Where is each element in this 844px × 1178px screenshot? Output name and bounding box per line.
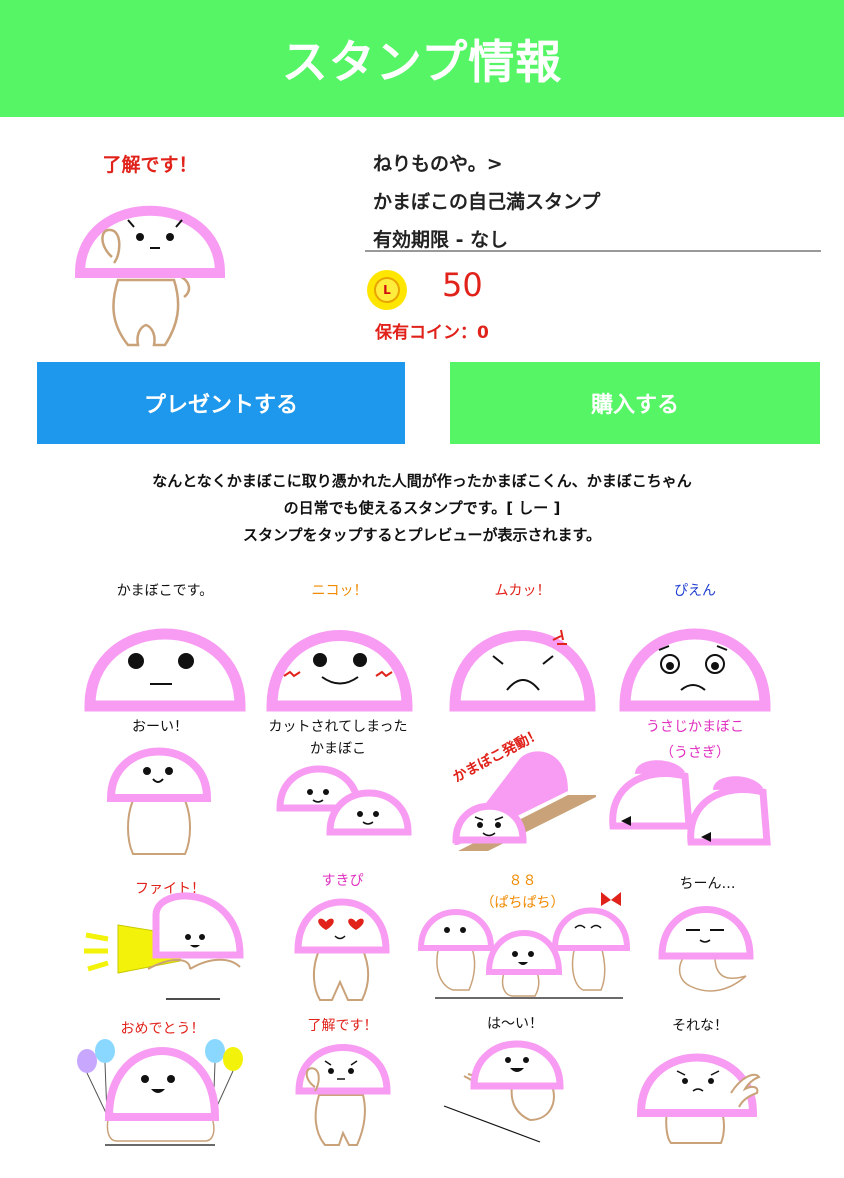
owned-coins: 保有コイン：0 bbox=[375, 323, 489, 343]
stamp-image bbox=[636, 1053, 761, 1144]
stamp-info: ねりものや。> かまぼこの自己満スタンプ 有効期限 - なし bbox=[373, 145, 823, 259]
stamp-usaji[interactable]: うさじかまぼこ （うさぎ） bbox=[605, 716, 785, 856]
stamp-image bbox=[276, 765, 412, 836]
description-line-1: なんとなくかまぼこに取り憑かれた人間が作ったかまぼこくん、かまぼこちゃん bbox=[152, 472, 692, 490]
stamp-omedetou[interactable]: おめでとう！ bbox=[75, 1015, 250, 1150]
stamp-ooi[interactable]: おーい！ bbox=[95, 716, 225, 856]
stamp-sorena[interactable]: それな！ bbox=[635, 1015, 765, 1150]
stamp-fight[interactable]: ファイト！ bbox=[80, 875, 250, 1005]
stamp-image bbox=[417, 892, 631, 999]
price-amount: 50 bbox=[442, 266, 483, 304]
stamp-ryoukai[interactable]: 了解です！ bbox=[295, 1015, 391, 1150]
stamp-sukipi[interactable]: すきぴ bbox=[290, 870, 395, 1005]
stamp-cut[interactable]: カットされてしまった かまぼこ bbox=[258, 716, 418, 841]
stamp-image bbox=[294, 898, 390, 1001]
stamp-image bbox=[295, 1044, 391, 1146]
stamp-image bbox=[449, 629, 596, 712]
stamp-image bbox=[106, 747, 212, 855]
stamp-hatsudou[interactable]: かまぼこ発動！ bbox=[448, 725, 608, 855]
stamp-image bbox=[84, 628, 246, 712]
buy-button[interactable]: 購入する bbox=[450, 362, 820, 444]
stamp-muka[interactable]: ムカッ！ bbox=[445, 580, 600, 712]
stamp-image bbox=[658, 906, 754, 992]
stamp-chiin[interactable]: ちーん… bbox=[650, 870, 765, 1010]
main-stamp-preview[interactable]: 了解です！ bbox=[70, 145, 240, 355]
divider bbox=[365, 250, 821, 252]
main-stamp-caption: 了解です！ bbox=[102, 154, 198, 176]
stamp-pien[interactable]: ぴえん bbox=[615, 580, 775, 712]
description-line-2: の日常でも使えるスタンプです。[ しー ] bbox=[283, 499, 561, 517]
stamp-name: かまぼこの自己満スタンプ bbox=[373, 191, 601, 213]
validity: 有効期限 - なし bbox=[373, 229, 509, 251]
stamp-image bbox=[619, 628, 771, 712]
stamp-kamaboko-desu[interactable]: かまぼこです。 bbox=[80, 580, 250, 712]
stamp-image bbox=[452, 751, 596, 851]
page-title: スタンプ情報 bbox=[281, 34, 563, 89]
stamp-image bbox=[266, 630, 413, 712]
stamp-pachipachi[interactable]: ８８ （ぱちぱち） bbox=[415, 870, 631, 1005]
stamp-haai[interactable]: は〜い！ bbox=[440, 1010, 590, 1145]
description-line-3: スタンプをタップするとプレビューが表示されます。 bbox=[242, 526, 602, 544]
stamp-image bbox=[84, 892, 244, 1000]
coin-icon: L bbox=[367, 270, 407, 310]
stamp-image bbox=[609, 760, 771, 846]
stamp-image bbox=[443, 1040, 564, 1143]
stamp-niko[interactable]: ニコッ！ bbox=[262, 580, 417, 712]
stamp-image bbox=[77, 1039, 243, 1146]
author-link[interactable]: ねりものや。> bbox=[373, 145, 823, 183]
present-button[interactable]: プレゼントする bbox=[37, 362, 405, 444]
description: なんとなくかまぼこに取り憑かれた人間が作ったかまぼこくん、かまぼこちゃん の日常… bbox=[40, 468, 804, 549]
page-header: スタンプ情報 bbox=[0, 0, 844, 117]
